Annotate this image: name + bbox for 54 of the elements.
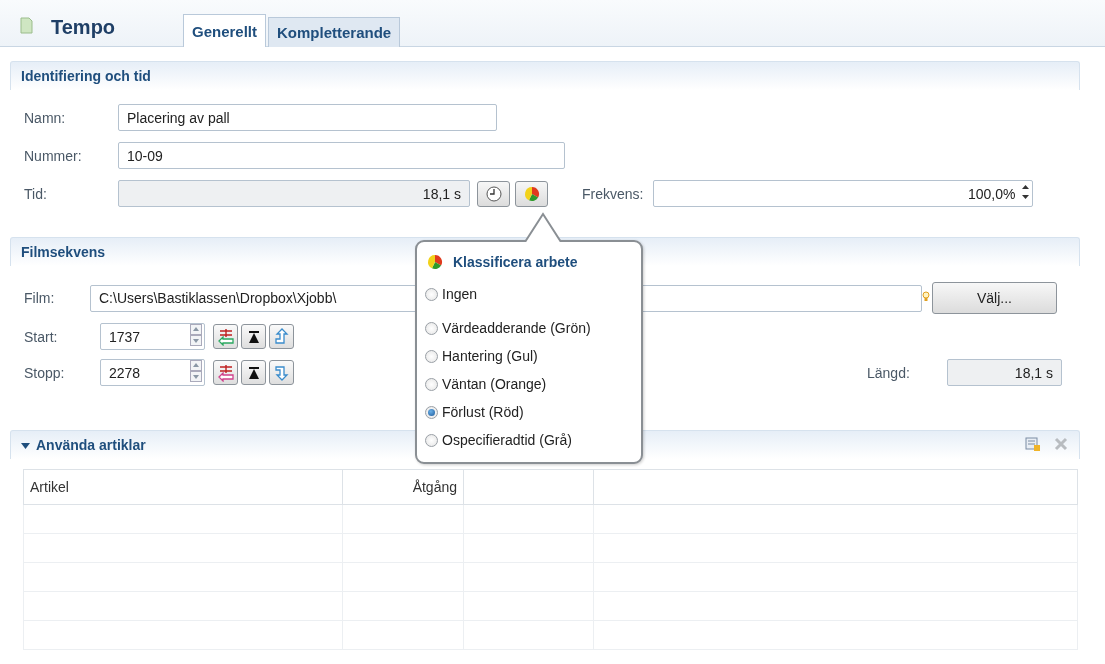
tab[interactable]: Generellt xyxy=(183,14,267,47)
radio-button[interactable] xyxy=(425,349,438,363)
section-title-text: Använda artiklar xyxy=(36,437,146,453)
start-frame-field[interactable]: 1737 xyxy=(100,323,205,350)
stop-frame-field[interactable]: 2278 xyxy=(100,359,205,386)
field-label: Längd: xyxy=(867,364,911,381)
go-to-frame-button[interactable] xyxy=(241,324,266,349)
name-field[interactable]: Placering av pall xyxy=(118,104,497,131)
bar-arrow-icon xyxy=(216,363,235,382)
radio-button[interactable] xyxy=(425,287,438,301)
radio-option[interactable]: Väntan (Orange) xyxy=(425,370,631,398)
time-field: 18,1 s xyxy=(118,180,470,207)
field-label: Tid: xyxy=(24,185,48,202)
radio-button[interactable] xyxy=(425,433,438,447)
pie-chart-icon xyxy=(523,185,540,202)
classify-button[interactable] xyxy=(515,180,548,207)
section-title: Filmsekvens xyxy=(21,244,106,260)
length-field: 18,1 s xyxy=(947,359,1062,386)
field-label: Frekvens: xyxy=(582,185,644,202)
arrow-up-icon xyxy=(273,328,290,345)
field-label: Nummer: xyxy=(24,147,83,164)
field-label: Namn: xyxy=(24,109,67,126)
field-label: Film: xyxy=(24,290,56,306)
go-to-frame-button[interactable] xyxy=(241,360,266,385)
radio-button[interactable] xyxy=(425,377,438,391)
expand-triangle-icon[interactable] xyxy=(21,440,30,450)
radio-option[interactable]: Värdeadderande (Grön) xyxy=(425,314,631,342)
pie-chart-icon xyxy=(427,254,443,270)
field-label: Start: xyxy=(24,328,59,345)
section-title: Identifiering och tid xyxy=(21,68,151,84)
clock-button[interactable] xyxy=(477,180,510,207)
bar-triangle-icon xyxy=(247,365,260,380)
column-header: Åtgång xyxy=(342,469,464,505)
radio-option[interactable]: Ingen xyxy=(425,280,631,308)
arrow-down-icon xyxy=(273,364,290,381)
bar-arrow-icon xyxy=(216,327,235,346)
app-title: Tempo xyxy=(51,15,116,39)
clock-icon xyxy=(484,184,503,203)
popup-title: Klassificera arbete xyxy=(453,254,578,270)
frequency-field[interactable]: 100,0% xyxy=(653,180,1034,207)
radio-button[interactable] xyxy=(425,405,438,419)
bar-triangle-icon xyxy=(247,329,260,344)
tab[interactable]: Kompletterande xyxy=(268,17,401,47)
mark-frame-button[interactable] xyxy=(213,360,238,385)
radio-button[interactable] xyxy=(425,321,438,335)
choose-button[interactable]: Välj... xyxy=(932,282,1057,314)
document-icon xyxy=(20,17,33,37)
field-label: Stopp: xyxy=(24,364,66,381)
radio-option[interactable]: Ospecifieradtid (Grå) xyxy=(425,426,631,454)
number-field[interactable]: 10-09 xyxy=(118,142,565,169)
column-header: Artikel xyxy=(23,469,343,505)
radio-option[interactable]: Förlust (Röd) xyxy=(425,398,631,426)
radio-option[interactable]: Hantering (Gul) xyxy=(425,342,631,370)
mark-frame-button[interactable] xyxy=(213,324,238,349)
